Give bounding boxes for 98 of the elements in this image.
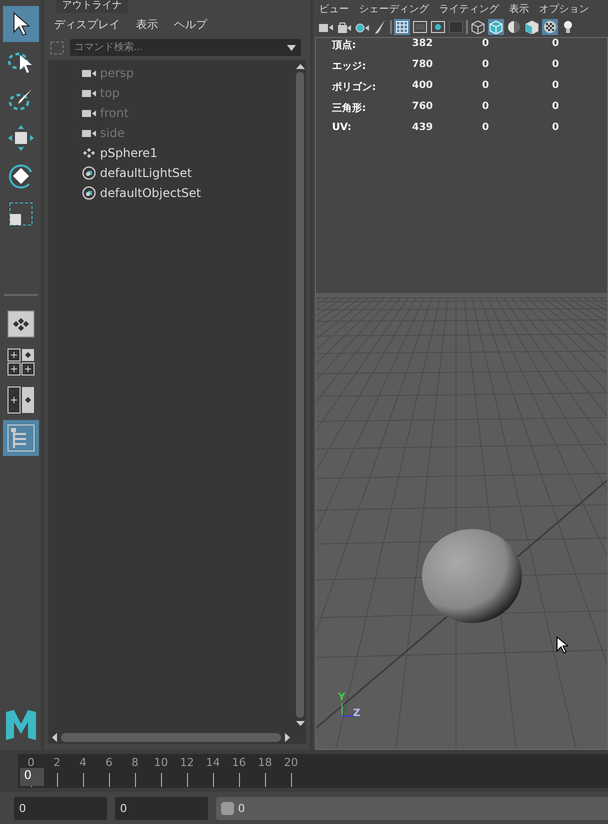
single-view-icon	[6, 310, 34, 338]
stat-value: 0	[552, 122, 560, 133]
toolbar-button[interactable]	[412, 19, 428, 35]
stat-value: 760	[412, 101, 434, 114]
menu-item[interactable]: ビュー	[319, 2, 349, 16]
resolution-gate-icon	[431, 21, 445, 33]
rotate-icon	[6, 162, 34, 190]
stat-value: 400	[412, 80, 434, 93]
textured-cube-icon	[525, 20, 539, 34]
outliner-icon	[6, 423, 36, 453]
current-frame: 0	[20, 768, 44, 786]
logo-icon	[4, 708, 38, 742]
stat-value: 439	[412, 122, 434, 133]
frame-number: 4	[80, 756, 86, 769]
pen-icon	[374, 20, 386, 34]
toolbar-button[interactable]	[542, 19, 558, 35]
arrow-icon	[12, 12, 30, 36]
frame-number: 14	[206, 756, 220, 769]
stat-value: 0	[482, 38, 490, 51]
outliner-tab[interactable]: アウトライナ	[56, 0, 128, 13]
film-gate-icon	[413, 21, 427, 33]
toolbar-button[interactable]	[470, 19, 486, 35]
set-icon	[82, 166, 96, 180]
frame-number: 18	[258, 756, 272, 769]
camera-icon	[82, 68, 96, 78]
timeline-ruler[interactable]: 0 2 4 6 8 10 12 14 16 18 20 0	[18, 754, 608, 788]
camera-icon	[82, 108, 96, 118]
stat-label: エッジ:	[332, 60, 367, 73]
frame-number: 10	[154, 756, 168, 769]
stat-value: 0	[482, 80, 490, 93]
toolbar-button[interactable]	[506, 19, 522, 35]
stat-value: 0	[482, 122, 490, 133]
scroll-right-icon	[285, 732, 290, 742]
slider-value: 0	[238, 802, 245, 814]
stat-label: UV:	[332, 122, 352, 133]
axis-icon	[340, 703, 354, 717]
frame-number: 20	[284, 756, 298, 769]
slider-handle[interactable]	[221, 802, 234, 814]
four-view-icon	[6, 348, 34, 376]
toolbar-button[interactable]	[524, 19, 540, 35]
stat-value: 780	[412, 59, 434, 72]
toolbar-button[interactable]	[430, 19, 446, 35]
frame-number: 8	[132, 756, 138, 769]
locked-camera-icon	[337, 21, 351, 33]
set-icon	[82, 186, 96, 200]
frame-number: 16	[232, 756, 246, 769]
outliner-item[interactable]: pSphere1	[100, 146, 158, 160]
camera-icon	[319, 22, 333, 32]
shaded-cube-icon	[489, 20, 503, 34]
stat-value: 0	[552, 80, 560, 93]
start-frame-field[interactable]: 0	[14, 796, 107, 820]
half-shaded-sphere-icon	[507, 20, 521, 34]
menu-item[interactable]: シェーディング	[359, 2, 429, 16]
frame-number: 6	[106, 756, 112, 769]
stat-label: ポリゴン:	[332, 80, 377, 94]
scroll-up-icon	[296, 64, 304, 69]
checker-sphere-icon	[543, 20, 557, 34]
grid-icon	[396, 21, 408, 33]
menu-item[interactable]: オプション	[539, 2, 589, 16]
stat-value: 0	[482, 101, 490, 114]
ring-icon	[449, 21, 463, 33]
menu-item[interactable]: ヘルプ	[174, 16, 207, 32]
search-field[interactable]: コマンド検索...	[70, 39, 301, 56]
frame-number: 0	[28, 756, 34, 769]
axis-label: Z	[353, 708, 360, 719]
outliner-item[interactable]: defaultLightSet	[100, 166, 192, 180]
outliner-item[interactable]: defaultObjectSet	[100, 186, 202, 200]
scroll-down-icon	[296, 721, 304, 726]
frame-icon	[50, 40, 64, 54]
stat-value: 0	[552, 59, 560, 72]
scale-icon	[6, 200, 34, 228]
light-bulb-icon	[562, 20, 574, 34]
scroll-left-icon	[52, 732, 57, 742]
menu-item[interactable]: ディスプレイ	[54, 16, 120, 32]
range-slider[interactable]: 0	[216, 796, 608, 820]
stat-label: 頂点:	[332, 38, 357, 52]
frame-number: 12	[180, 756, 194, 769]
stat-value: 0	[482, 59, 490, 72]
camera-icon	[82, 88, 96, 98]
menu-item[interactable]: 表示	[136, 16, 158, 32]
end-frame-field[interactable]: 0	[115, 796, 208, 820]
scrollbar-thumb[interactable]	[296, 72, 304, 718]
scrollbar-thumb[interactable]	[61, 732, 281, 742]
menu-item[interactable]: 表示	[509, 2, 529, 16]
menu-item[interactable]: ライティング	[439, 2, 499, 16]
two-view-icon	[6, 386, 34, 414]
stat-label: 三角形:	[332, 102, 367, 115]
wireframe-cube-icon	[471, 20, 485, 34]
camera-icon	[82, 128, 96, 138]
stat-value: 0	[552, 38, 560, 51]
mouse-cursor-icon	[556, 636, 568, 654]
stat-value: 382	[412, 38, 434, 51]
diamond-cluster-icon	[82, 148, 96, 158]
tool-button[interactable]	[2, 6, 38, 42]
frame-number: 2	[54, 756, 60, 769]
stat-value: 0	[552, 101, 560, 114]
axis-label: Y	[338, 692, 346, 703]
move-icon	[6, 124, 34, 152]
